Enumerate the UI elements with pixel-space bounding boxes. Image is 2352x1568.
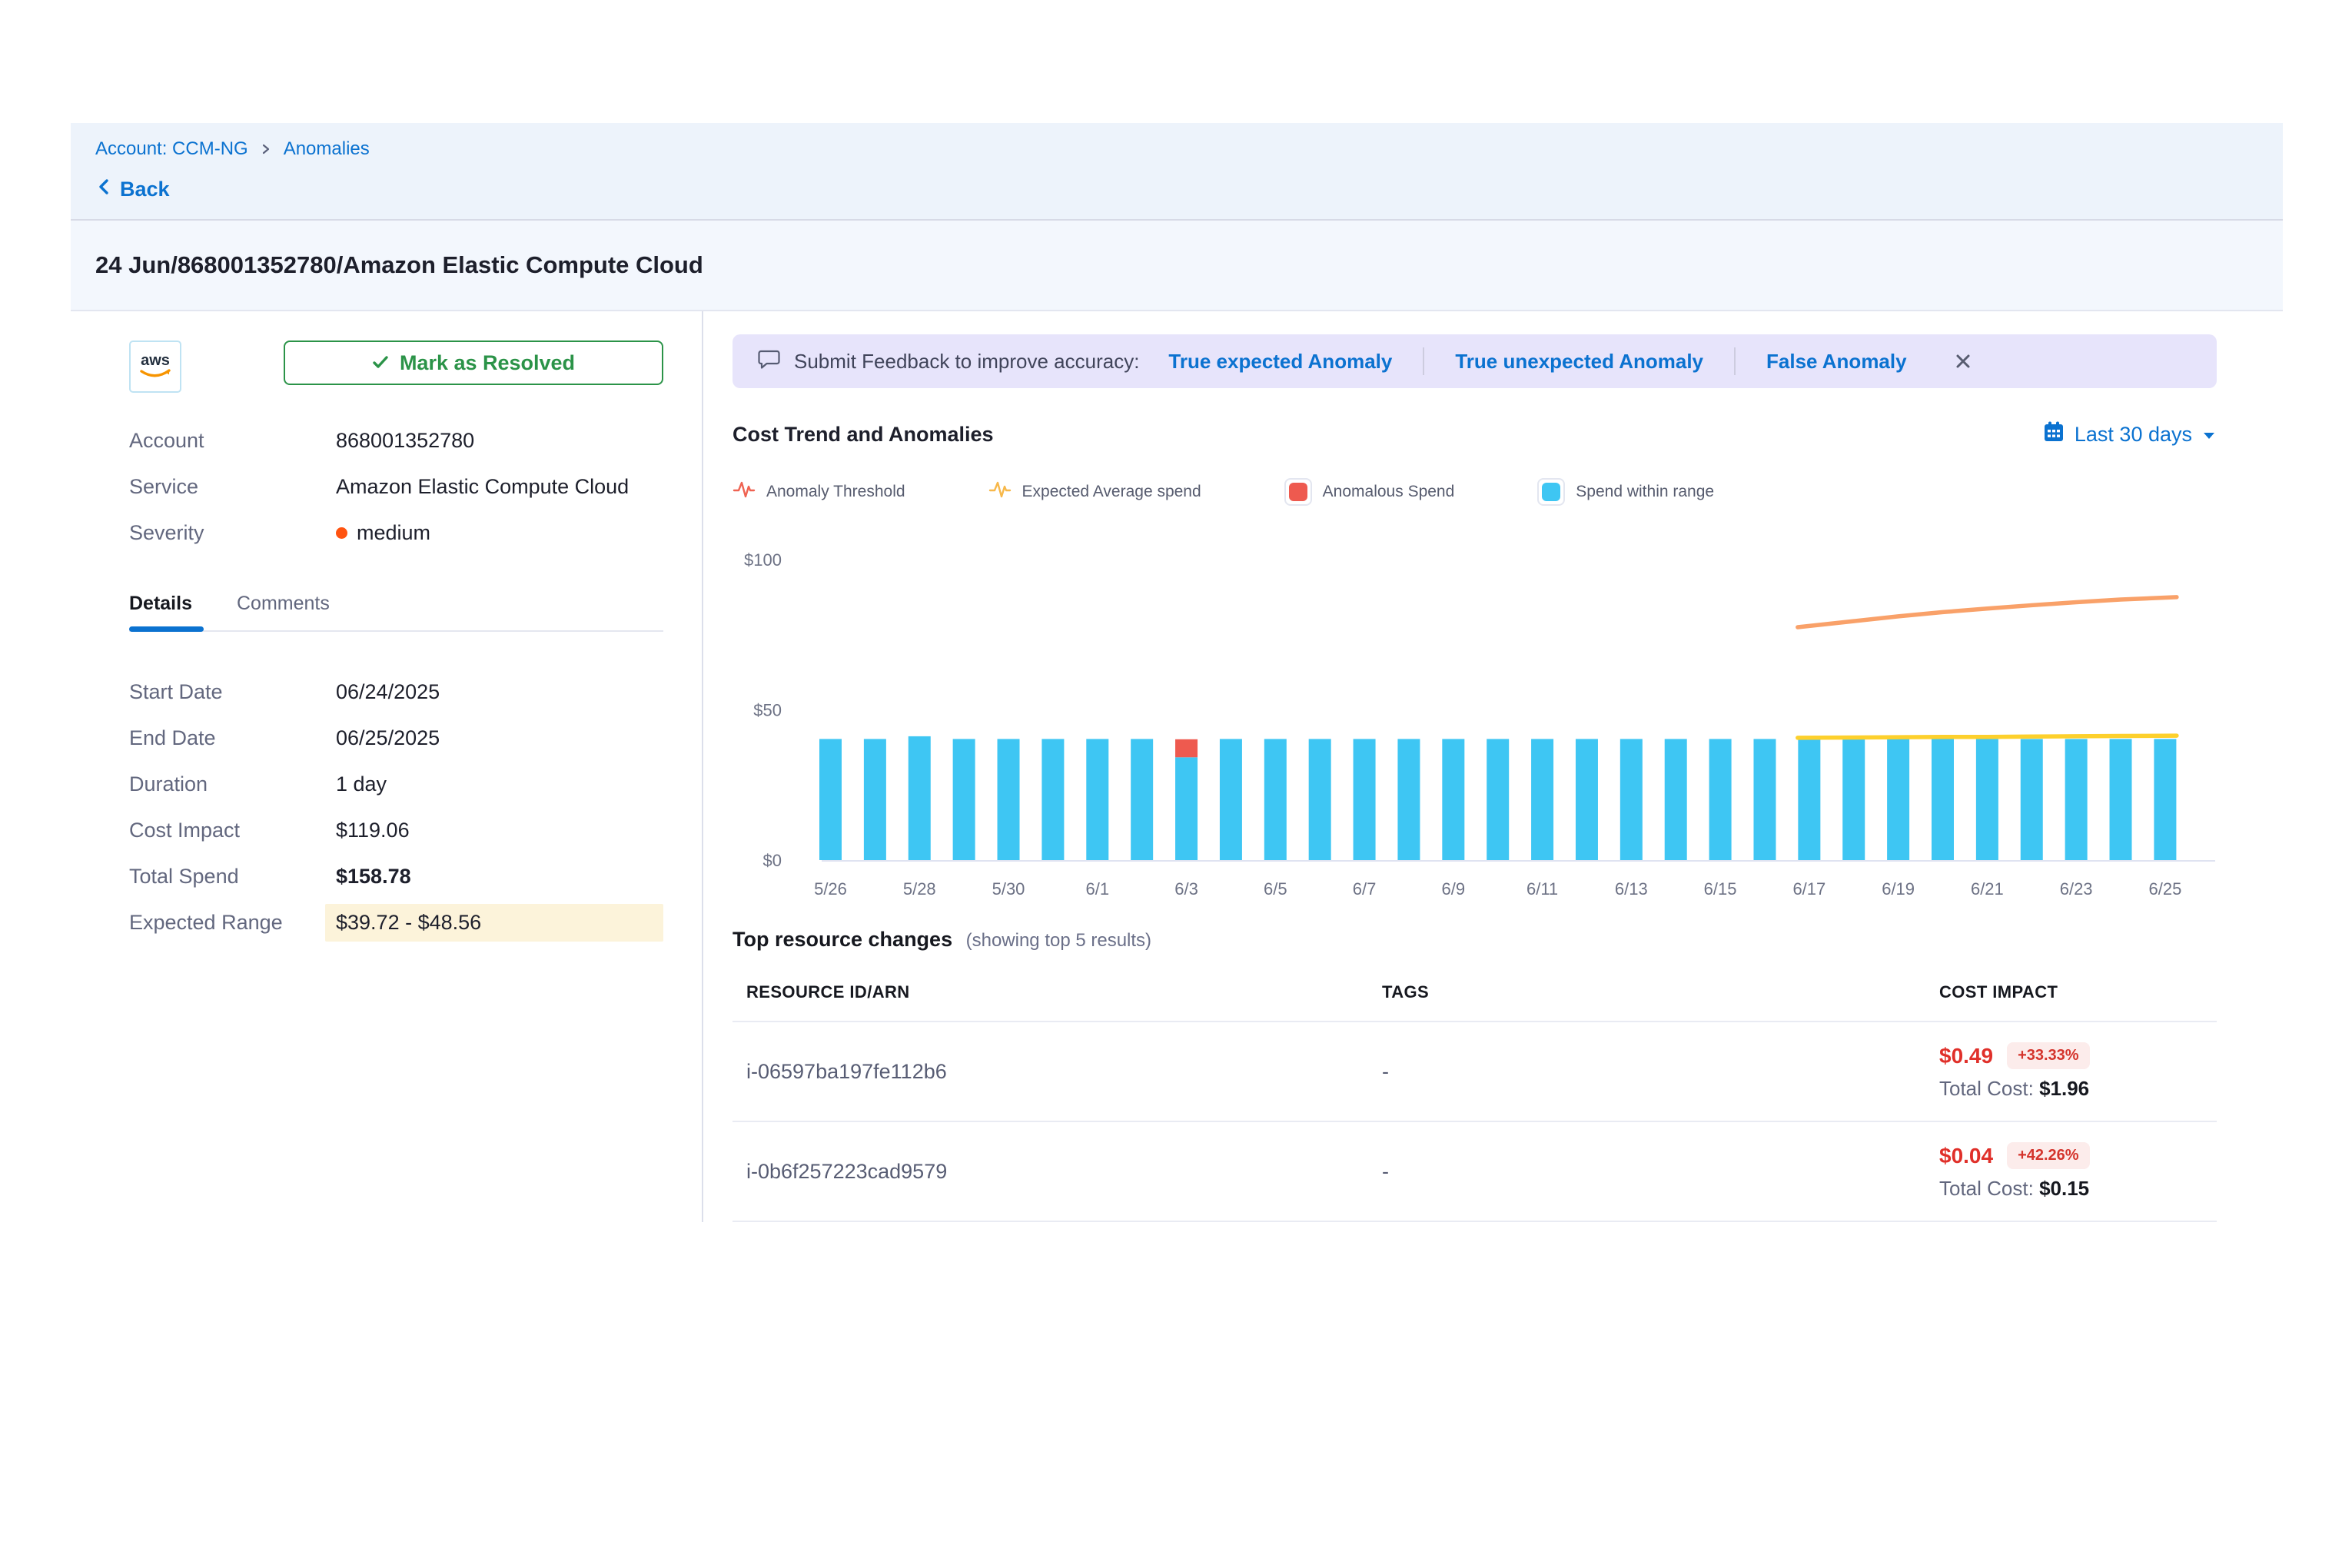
svg-text:6/13: 6/13 xyxy=(1615,879,1648,899)
pulse-line-icon xyxy=(733,478,756,506)
cost-impact-value: $119.06 xyxy=(336,819,410,842)
severity-row: Severity medium xyxy=(129,510,663,556)
service-value: Amazon Elastic Compute Cloud xyxy=(336,475,629,499)
page: Account: CCM-NG Anomalies Back 24 Jun/86… xyxy=(0,0,2352,1222)
summary-info: Account 868001352780 Service Amazon Elas… xyxy=(129,417,663,556)
resource-tags: - xyxy=(1382,1160,1939,1184)
breadcrumb-anomalies-link[interactable]: Anomalies xyxy=(284,138,370,160)
back-label: Back xyxy=(120,178,170,201)
legend-anomaly-threshold[interactable]: Anomaly Threshold xyxy=(733,478,905,506)
svg-text:5/30: 5/30 xyxy=(992,879,1025,899)
svg-text:aws: aws xyxy=(141,352,170,369)
svg-text:6/25: 6/25 xyxy=(2148,879,2181,899)
legend-anomalous-spend[interactable]: Anomalous Spend xyxy=(1284,478,1455,506)
close-icon[interactable] xyxy=(1953,351,1973,371)
breadcrumb-account-link[interactable]: Account: CCM-NG xyxy=(95,138,248,160)
table-row: i-0b6f257223cad9579 - $0.04 +42.26% Tota… xyxy=(733,1122,2217,1222)
resources-table: RESOURCE ID/ARN TAGS COST IMPACT i-06597… xyxy=(733,959,2217,1222)
back-button[interactable]: Back xyxy=(95,177,2258,202)
svg-text:6/21: 6/21 xyxy=(1971,879,2004,899)
anomaly-fields: Start Date 06/24/2025 End Date 06/25/202… xyxy=(129,669,663,945)
end-date-row: End Date 06/25/2025 xyxy=(129,715,663,761)
resources-heading: Top resource changes (showing top 5 resu… xyxy=(733,928,2217,952)
anomaly-detail-panel: Submit Feedback to improve accuracy: Tru… xyxy=(703,311,2283,1222)
cost-trend-chart: $0 $50 $100 5/26 5/28 5/30 6/1 6/3 6/5 6/7 6/9 6/11… xyxy=(733,527,2215,912)
svg-text:6/3: 6/3 xyxy=(1174,879,1198,899)
chart-legend: Anomaly Threshold Expected Average spend… xyxy=(733,478,2217,506)
feedback-divider xyxy=(1423,347,1424,375)
svg-text:6/9: 6/9 xyxy=(1442,879,1466,899)
title-band: 24 Jun/868001352780/Amazon Elastic Compu… xyxy=(71,221,2283,311)
calendar-icon xyxy=(2042,420,2065,449)
svg-text:5/26: 5/26 xyxy=(814,879,847,899)
expected-range-value: $39.72 - $48.56 xyxy=(325,904,663,942)
impact-percent-badge: +42.26% xyxy=(2007,1142,2090,1169)
cost-trend-chart-area: $0 $50 $100 5/26 5/28 5/30 6/1 6/3 6/5 6/7 6/9 6/11… xyxy=(733,527,2217,915)
main: aws Mark as Resolved Account 86800135278… xyxy=(71,311,2283,1222)
speech-bubble-icon xyxy=(757,347,782,377)
blue-square-icon xyxy=(1537,478,1565,506)
severity-badge: medium xyxy=(336,521,430,545)
tab-comments[interactable]: Comments xyxy=(237,593,330,615)
legend-expected-average[interactable]: Expected Average spend xyxy=(988,478,1201,506)
svg-text:6/15: 6/15 xyxy=(1704,879,1737,899)
chart-title: Cost Trend and Anomalies xyxy=(733,423,994,447)
svg-text:$0: $0 xyxy=(763,851,782,870)
legend-spend-within-range[interactable]: Spend within range xyxy=(1537,478,1714,506)
feedback-true-unexpected[interactable]: True unexpected Anomaly xyxy=(1455,350,1703,374)
date-range-selector[interactable]: Last 30 days xyxy=(2042,420,2217,449)
table-row: i-06597ba197fe112b6 - $0.49 +33.33% Tota… xyxy=(733,1022,2217,1122)
svg-text:6/5: 6/5 xyxy=(1264,879,1287,899)
svg-text:6/19: 6/19 xyxy=(1882,879,1915,899)
tab-details[interactable]: Details xyxy=(129,593,192,615)
anomaly-summary-panel: aws Mark as Resolved Account 86800135278… xyxy=(71,311,703,1222)
feedback-divider xyxy=(1734,347,1736,375)
svg-text:$50: $50 xyxy=(753,701,782,720)
red-square-icon xyxy=(1284,478,1312,506)
account-row: Account 868001352780 xyxy=(129,417,663,463)
breadcrumb: Account: CCM-NG Anomalies xyxy=(95,138,2258,160)
resource-tags: - xyxy=(1382,1060,1939,1084)
top-band: Account: CCM-NG Anomalies Back xyxy=(71,123,2283,221)
resources-table-header: RESOURCE ID/ARN TAGS COST IMPACT xyxy=(733,959,2217,1022)
svg-text:6/7: 6/7 xyxy=(1353,879,1377,899)
duration-row: Duration 1 day xyxy=(129,761,663,807)
date-range-label: Last 30 days xyxy=(2075,423,2192,447)
svg-text:$100: $100 xyxy=(744,550,782,570)
caret-down-icon xyxy=(2201,423,2217,447)
account-value: 868001352780 xyxy=(336,429,474,453)
pulse-line-icon xyxy=(988,478,1012,506)
resource-id-link[interactable]: i-06597ba197fe112b6 xyxy=(746,1060,1382,1084)
feedback-true-expected[interactable]: True expected Anomaly xyxy=(1168,350,1392,374)
feedback-false-anomaly[interactable]: False Anomaly xyxy=(1766,350,1907,374)
total-spend-value: $158.78 xyxy=(336,865,411,889)
tab-underline xyxy=(129,630,663,632)
summary-header: aws Mark as Resolved xyxy=(129,341,663,393)
svg-text:5/28: 5/28 xyxy=(903,879,936,899)
severity-dot-icon xyxy=(336,527,347,539)
svg-text:6/23: 6/23 xyxy=(2060,879,2093,899)
check-icon xyxy=(372,351,389,375)
chart-header: Cost Trend and Anomalies xyxy=(733,420,2217,449)
page-title: 24 Jun/868001352780/Amazon Elastic Compu… xyxy=(95,251,2258,279)
cost-impact-row: Cost Impact $119.06 xyxy=(129,807,663,853)
svg-text:6/17: 6/17 xyxy=(1792,879,1825,899)
total-spend-row: Total Spend $158.78 xyxy=(129,853,663,899)
start-date-row: Start Date 06/24/2025 xyxy=(129,669,663,715)
service-row: Service Amazon Elastic Compute Cloud xyxy=(129,463,663,510)
impact-percent-badge: +33.33% xyxy=(2007,1042,2090,1069)
resource-cost-impact: $0.49 +33.33% Total Cost: $1.96 xyxy=(1939,1042,2203,1101)
chevron-right-icon xyxy=(259,142,273,156)
resource-id-link[interactable]: i-0b6f257223cad9579 xyxy=(746,1160,1382,1184)
expected-range-row: Expected Range $39.72 - $48.56 xyxy=(129,899,663,945)
svg-text:6/11: 6/11 xyxy=(1526,879,1558,899)
aws-provider-icon: aws xyxy=(129,341,181,393)
feedback-prompt: Submit Feedback to improve accuracy: xyxy=(794,350,1139,374)
chevron-left-icon xyxy=(95,177,114,202)
resource-cost-impact: $0.04 +42.26% Total Cost: $0.15 xyxy=(1939,1142,2203,1201)
svg-text:6/1: 6/1 xyxy=(1085,879,1109,899)
detail-tabs: Details Comments xyxy=(129,593,663,615)
mark-as-resolved-button[interactable]: Mark as Resolved xyxy=(284,341,663,385)
feedback-bar: Submit Feedback to improve accuracy: Tru… xyxy=(733,334,2217,388)
